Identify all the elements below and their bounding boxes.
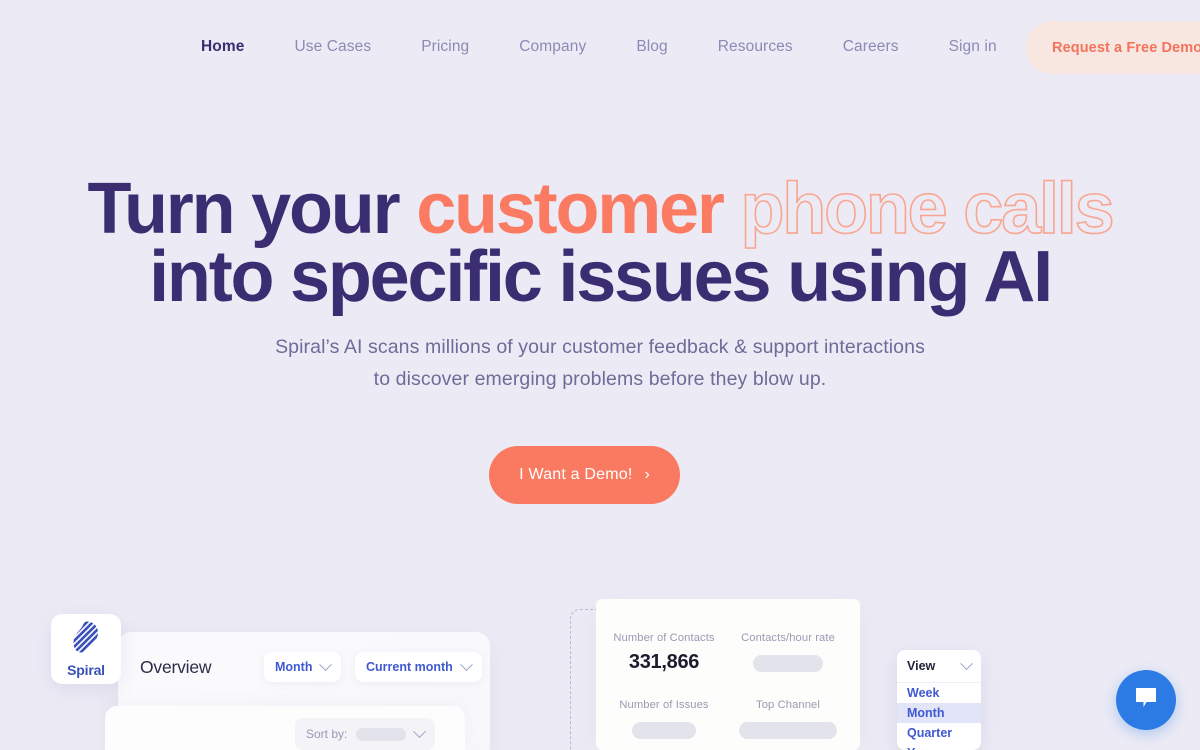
- hero-subtitle-line-1: Spiral’s AI scans millions of your custo…: [275, 336, 925, 358]
- view-dropdown[interactable]: View Week Month Quarter Year: [897, 650, 981, 750]
- view-dropdown-label: View: [907, 659, 936, 673]
- request-demo-label: Request a Free Demo: [1052, 39, 1200, 56]
- view-dropdown-header[interactable]: View: [897, 650, 981, 683]
- nav-item-pricing[interactable]: Pricing: [396, 39, 494, 55]
- nav-item-sign-in[interactable]: Sign in: [924, 39, 1022, 55]
- page-title-line-2: into specific issues using AI: [149, 237, 1053, 317]
- view-option-quarter[interactable]: Quarter: [897, 723, 981, 743]
- hero-subtitle: Spiral’s AI scans millions of your custo…: [0, 331, 1200, 395]
- nav-item-careers[interactable]: Careers: [818, 39, 924, 55]
- chevron-down-icon: [319, 657, 333, 671]
- stat-label: Top Channel: [756, 699, 820, 711]
- stat-label: Number of Contacts: [613, 632, 715, 644]
- hero-subtitle-line-2: to discover emerging problems before the…: [373, 368, 827, 390]
- stat-label: Number of Issues: [619, 699, 709, 711]
- chat-bubble-icon: [1133, 686, 1159, 715]
- stat-value-placeholder: [753, 655, 823, 672]
- stats-dashboard-card: Number of Contacts 331,866 Contacts/hour…: [596, 599, 860, 750]
- i-want-a-demo-button[interactable]: I Want a Demo! ›: [489, 446, 680, 504]
- nav-links: Home Use Cases Pricing Company Blog Reso…: [176, 39, 1022, 55]
- spiral-mark-icon: [71, 620, 101, 659]
- stat-contacts-per-hour-rate: Contacts/hour rate: [726, 632, 850, 672]
- stat-value-placeholder: [739, 722, 837, 739]
- nav-item-blog[interactable]: Blog: [611, 39, 692, 55]
- hero-cta-label: I Want a Demo!: [519, 466, 633, 483]
- period-select-current-month[interactable]: Current month: [355, 652, 482, 682]
- overview-title: Overview: [140, 657, 212, 677]
- spiral-logo-tile: Spiral: [51, 614, 121, 684]
- stat-value: 331,866: [628, 651, 700, 673]
- stat-top-channel: Top Channel: [726, 699, 850, 739]
- stat-label: Contacts/hour rate: [741, 632, 835, 644]
- spiral-logo-name: Spiral: [67, 662, 105, 678]
- view-option-week[interactable]: Week: [897, 683, 981, 703]
- nav-item-company[interactable]: Company: [494, 39, 611, 55]
- nav-item-use-cases[interactable]: Use Cases: [269, 39, 396, 55]
- stat-value-placeholder: [632, 722, 696, 739]
- chat-widget-button[interactable]: [1116, 670, 1176, 730]
- issues-list-panel: Sort by:: [105, 706, 465, 750]
- chevron-down-icon: [459, 657, 473, 671]
- request-demo-button[interactable]: Request a Free Demo ›: [1026, 21, 1200, 74]
- nav-item-home[interactable]: Home: [176, 39, 269, 55]
- period-select-current-month-label: Current month: [366, 660, 453, 674]
- chevron-down-icon: [960, 656, 973, 670]
- view-option-month[interactable]: Month: [897, 703, 981, 723]
- view-option-year[interactable]: Year: [897, 743, 981, 750]
- stat-number-of-issues: Number of Issues: [602, 699, 726, 739]
- stat-number-of-contacts: Number of Contacts 331,866: [602, 632, 726, 674]
- chevron-right-icon: ›: [644, 466, 650, 483]
- period-select-month[interactable]: Month: [264, 652, 342, 682]
- period-select-month-label: Month: [275, 660, 313, 674]
- chevron-down-icon: [413, 724, 426, 738]
- sort-by-label: Sort by:: [306, 727, 348, 741]
- nav-item-resources[interactable]: Resources: [693, 39, 818, 55]
- sort-by-select[interactable]: Sort by:: [295, 718, 435, 750]
- page-title-line-1: Turn your customer phone calls: [0, 172, 1200, 246]
- sort-by-value-placeholder: [356, 727, 406, 741]
- main-navigation: Home Use Cases Pricing Company Blog Reso…: [0, 0, 1200, 94]
